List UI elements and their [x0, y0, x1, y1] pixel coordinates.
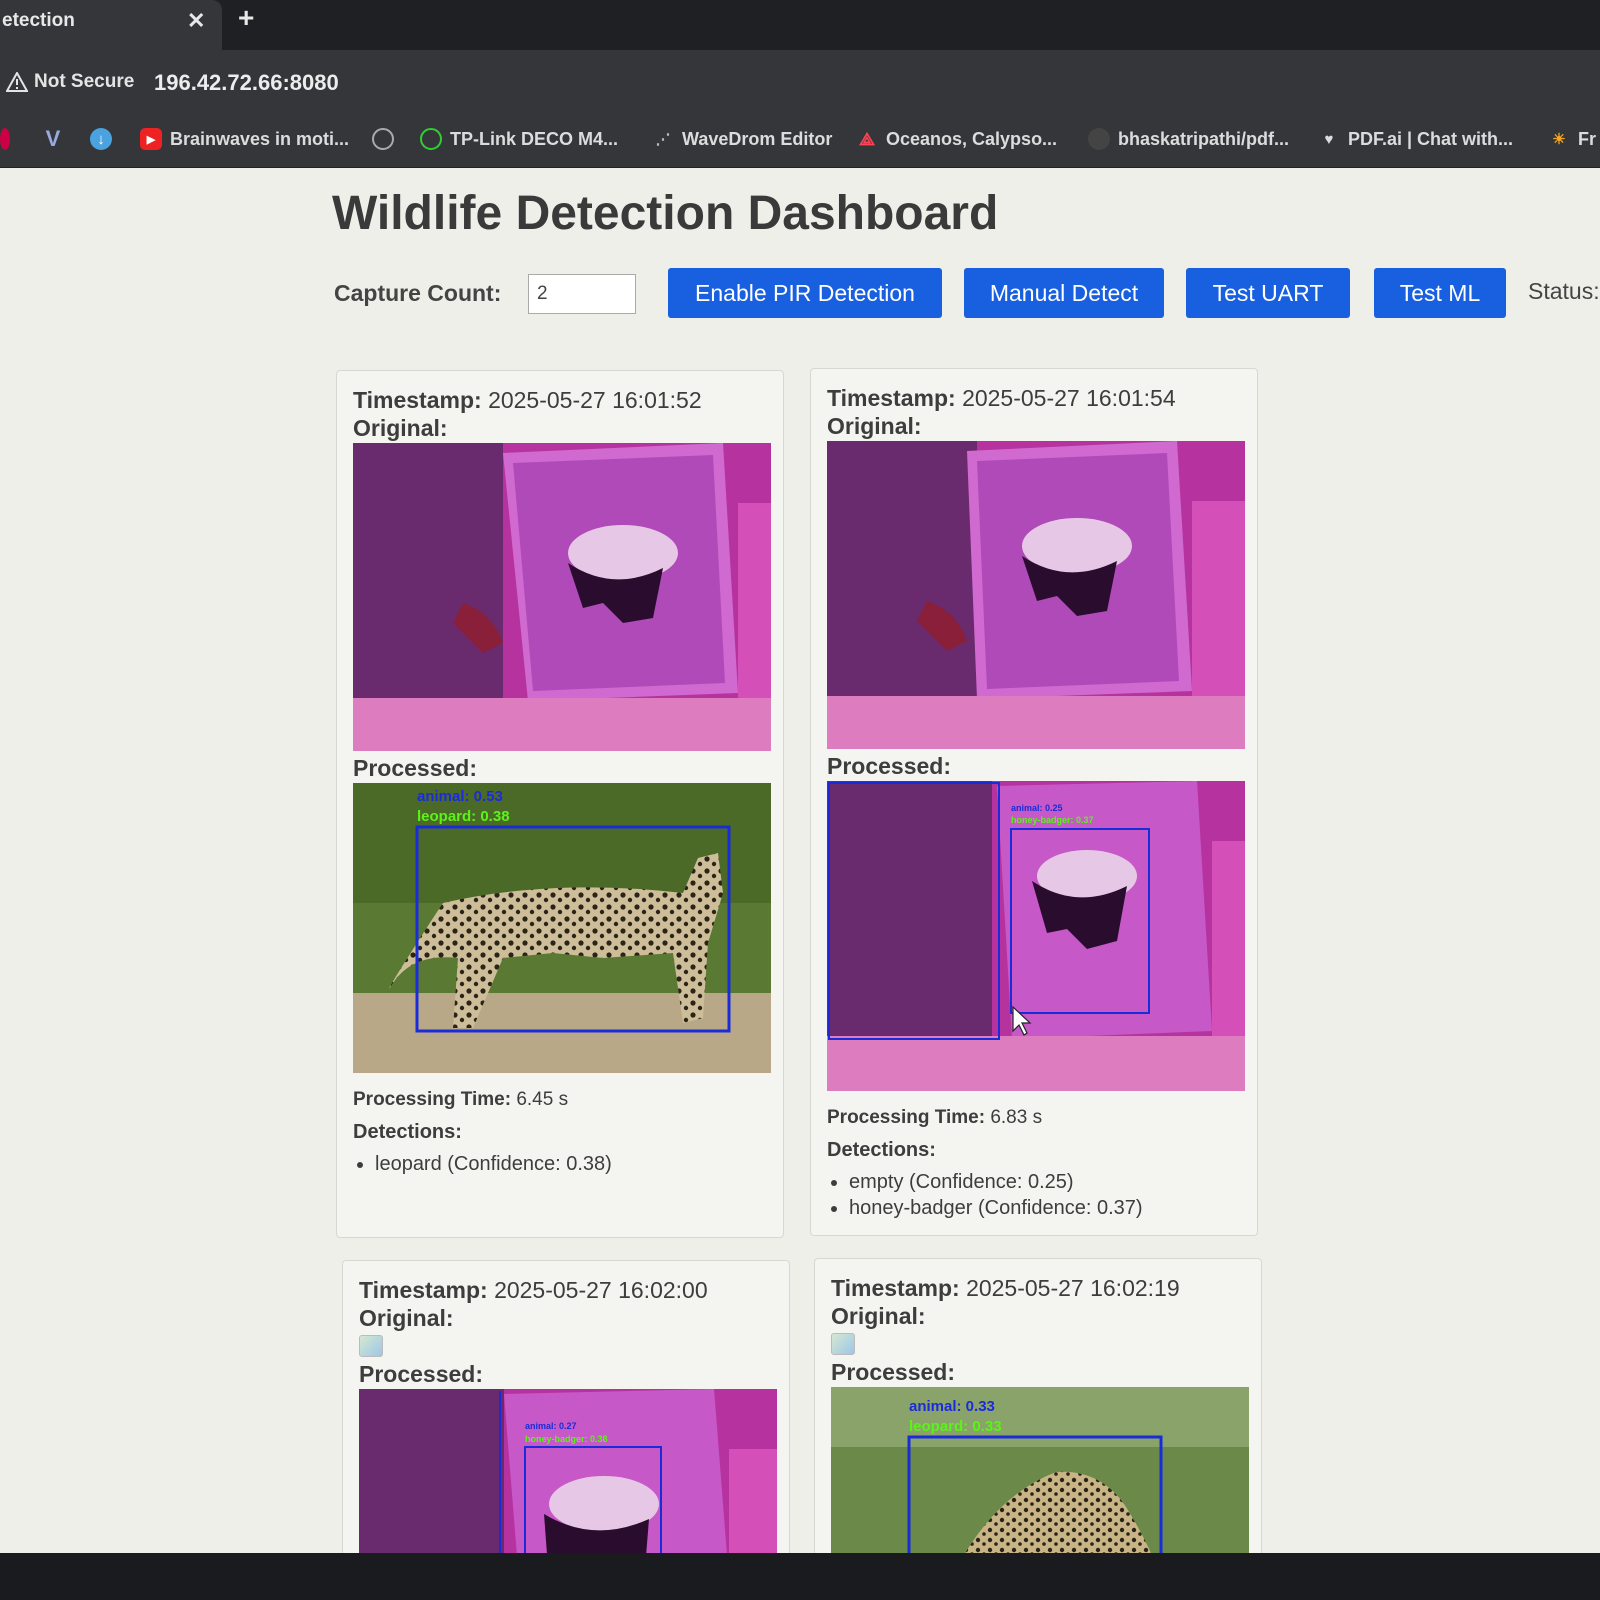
page: Wildlife Detection Dashboard Capture Cou…	[0, 168, 1600, 1581]
overlay-label-species: leopard: 0.38	[417, 808, 510, 825]
screen: etection ✕ + Not Secure 196.42.72.66:808…	[0, 0, 1600, 1600]
capture-count-label: Capture Count:	[334, 280, 502, 306]
overlay-label-animal: animal: 0.53	[417, 788, 503, 805]
broken-image-icon	[831, 1333, 855, 1355]
processing-time-row: Processing Time: 6.83 s	[827, 1107, 1043, 1128]
processed-label: Processed:	[353, 755, 478, 781]
bookmarks-bar: V ↓ ▶ Brainwaves in moti... TP-Link DECO…	[0, 108, 1600, 168]
bookmark-download-icon[interactable]: ↓	[90, 126, 112, 152]
overlay-label-animal: animal: 0.33	[909, 1398, 995, 1415]
bookmark-v-icon[interactable]: V	[42, 126, 64, 152]
bookmark-icon-1[interactable]	[0, 126, 10, 152]
sun-icon: ☀	[1552, 131, 1566, 148]
original-label: Original:	[359, 1305, 454, 1331]
github-icon	[1088, 128, 1110, 150]
controls-bar: Capture Count: Enable PIR Detection Manu…	[334, 262, 1600, 322]
original-image	[827, 441, 1245, 749]
bookmark-more[interactable]: ☀ Fr	[1548, 126, 1596, 152]
timestamp-row: Timestamp: 2025-05-27 16:02:00	[359, 1277, 708, 1303]
bookmark-label: bhaskatripathi/pdf...	[1118, 128, 1290, 149]
heart-icon: ♥	[1324, 130, 1334, 148]
bookmark-wavedrom[interactable]: ⋰ WaveDrom Editor	[652, 126, 833, 152]
overlay-label-species: leopard: 0.33	[909, 1418, 1002, 1435]
processed-image: animal: 0.53 leopard: 0.38	[353, 783, 771, 1073]
processed-image: animal: 0.33 leopard: 0.33	[831, 1387, 1249, 1579]
test-ml-button[interactable]: Test ML	[1374, 268, 1506, 318]
close-icon[interactable]: ✕	[187, 8, 205, 34]
overlay-label-animal: animal: 0.25	[1011, 803, 1063, 813]
url-text[interactable]: 196.42.72.66:8080	[154, 70, 339, 96]
detections-label: Detections:	[827, 1139, 936, 1161]
original-label: Original:	[353, 415, 448, 441]
tab-title: etection	[2, 10, 75, 31]
timestamp-row: Timestamp: 2025-05-27 16:01:54	[827, 385, 1176, 411]
airbnb-icon: ⟁	[858, 128, 876, 149]
processed-label: Processed:	[831, 1359, 956, 1385]
screen-bezel	[0, 1553, 1600, 1600]
detections-list: leopard (Confidence: 0.38)	[375, 1151, 612, 1177]
capture-card: Timestamp: 2025-05-27 16:01:54 Original:…	[810, 368, 1258, 1236]
capture-card: Timestamp: 2025-05-27 16:01:52 Original:…	[336, 370, 784, 1238]
capture-card: Timestamp: 2025-05-27 16:02:00 Original:…	[342, 1260, 790, 1581]
browser-tab[interactable]: etection ✕	[0, 0, 222, 50]
broken-image-icon	[359, 1335, 383, 1357]
bookmark-label: Oceanos, Calypso...	[886, 128, 1058, 149]
bookmark-label: Brainwaves in moti...	[170, 128, 350, 149]
overlay-label-animal: animal: 0.27	[525, 1421, 577, 1431]
processed-image: animal: 0.25 honey-badger: 0.37	[827, 781, 1245, 1091]
bookmark-tplink[interactable]: TP-Link DECO M4...	[420, 126, 618, 152]
list-item: honey-badger (Confidence: 0.37)	[849, 1195, 1143, 1221]
original-label: Original:	[827, 413, 922, 439]
security-indicator[interactable]: Not Secure	[6, 68, 134, 96]
youtube-icon: ▶	[140, 128, 162, 150]
timestamp-row: Timestamp: 2025-05-27 16:02:19	[831, 1275, 1180, 1301]
manual-detect-button[interactable]: Manual Detect	[964, 268, 1164, 318]
detections-label: Detections:	[353, 1121, 462, 1143]
tplink-icon	[420, 128, 442, 150]
detections-list: empty (Confidence: 0.25) honey-badger (C…	[849, 1169, 1143, 1221]
overlay-label-species: honey-badger: 0.38	[525, 1434, 608, 1444]
timestamp-value: 2025-05-27 16:02:19	[966, 1275, 1180, 1301]
processing-time-value: 6.45 s	[516, 1089, 569, 1110]
timestamp-row: Timestamp: 2025-05-27 16:01:52	[353, 387, 702, 413]
timestamp-value: 2025-05-27 16:01:52	[488, 387, 702, 413]
bookmark-label: Fr	[1578, 128, 1596, 149]
warning-icon	[6, 72, 28, 92]
page-title: Wildlife Detection Dashboard	[332, 187, 999, 240]
status-label: Status:	[1528, 278, 1600, 304]
security-label: Not Secure	[34, 71, 135, 92]
timestamp-value: 2025-05-27 16:01:54	[962, 385, 1176, 411]
plus-icon[interactable]: +	[238, 2, 254, 34]
timestamp-value: 2025-05-27 16:02:00	[494, 1277, 708, 1303]
address-bar[interactable]: Not Secure 196.42.72.66:8080	[0, 50, 1600, 108]
enable-pir-button[interactable]: Enable PIR Detection	[668, 268, 942, 318]
bookmark-youtube[interactable]: ▶ Brainwaves in moti...	[140, 126, 349, 152]
overlay-label-species: honey-badger: 0.37	[1011, 815, 1094, 825]
processed-label: Processed:	[359, 1361, 484, 1387]
list-item: leopard (Confidence: 0.38)	[375, 1151, 612, 1177]
wavedrom-icon: ⋰	[655, 131, 671, 148]
tab-strip: etection ✕ +	[0, 0, 1600, 50]
processing-time-value: 6.83 s	[990, 1107, 1043, 1128]
processing-time-row: Processing Time: 6.45 s	[353, 1089, 569, 1110]
bookmark-label: TP-Link DECO M4...	[450, 128, 619, 149]
capture-card: Timestamp: 2025-05-27 16:02:19 Original:…	[814, 1258, 1262, 1579]
bookmark-pdfai[interactable]: ♥ PDF.ai | Chat with...	[1318, 126, 1514, 152]
original-image	[353, 443, 771, 751]
list-item: empty (Confidence: 0.25)	[849, 1169, 1143, 1195]
test-uart-button[interactable]: Test UART	[1186, 268, 1350, 318]
bookmark-globe-icon[interactable]	[372, 126, 394, 152]
original-label: Original:	[831, 1303, 926, 1329]
capture-count-input[interactable]	[528, 274, 636, 314]
bookmark-label: PDF.ai | Chat with...	[1348, 128, 1514, 149]
bookmark-oceanos[interactable]: ⟁ Oceanos, Calypso...	[856, 126, 1057, 152]
bookmark-github[interactable]: bhaskatripathi/pdf...	[1088, 126, 1289, 152]
bookmark-label: WaveDrom Editor	[682, 128, 833, 149]
processed-label: Processed:	[827, 753, 952, 779]
